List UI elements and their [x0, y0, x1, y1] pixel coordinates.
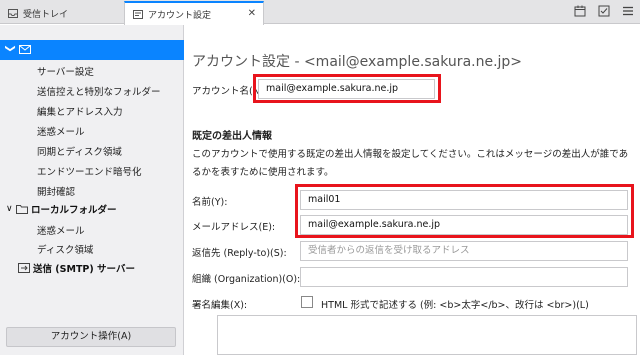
name-label: 名前(Y):: [192, 197, 228, 208]
reply-to-label: 返信先 (Reply-to)(S):: [192, 248, 287, 259]
html-signature-checkbox[interactable]: [301, 296, 313, 308]
tasks-icon[interactable]: [598, 5, 610, 17]
smtp-server-icon: [18, 263, 30, 273]
envelope-icon: [19, 45, 31, 54]
folder-icon: [16, 205, 28, 214]
sidebar-local-folders-label: ローカルフォルダー: [31, 205, 117, 216]
sidebar-item-e2e[interactable]: エンドツーエンド暗号化: [37, 164, 142, 178]
tab-bar: 受信トレイ アカウント設定 ✕: [0, 0, 640, 25]
sidebar-smtp[interactable]: 送信 (SMTP) サーバー: [18, 261, 135, 275]
organization-field[interactable]: [300, 267, 628, 287]
close-tab-icon[interactable]: ✕: [248, 8, 256, 19]
sidebar-item-sync-storage[interactable]: 同期とディスク領域: [37, 144, 122, 158]
sidebar-item-copies-folders[interactable]: 送信控えと特別なフォルダー: [37, 84, 161, 98]
signature-label: 署名編集(X):: [192, 300, 248, 311]
menu-icon[interactable]: [622, 5, 634, 17]
email-label: メールアドレス(E):: [192, 222, 276, 233]
tab-account-settings-label: アカウント設定: [148, 10, 212, 21]
sidebar-item-local-junk[interactable]: 迷惑メール: [37, 223, 85, 237]
sidebar-item-composition[interactable]: 編集とアドレス入力: [37, 104, 123, 118]
calendar-icon[interactable]: [574, 5, 586, 17]
sidebar-item-receipts[interactable]: 開封確認: [37, 184, 75, 198]
tab-account-settings[interactable]: アカウント設定 ✕: [124, 1, 264, 25]
toolbar-icons: [574, 5, 634, 17]
sidebar-smtp-label: 送信 (SMTP) サーバー: [33, 264, 135, 275]
sidebar-item-local-disk[interactable]: ディスク領域: [37, 242, 93, 256]
identity-section-title: 既定の差出人情報: [192, 131, 272, 142]
sidebar-account-selected[interactable]: ❯: [0, 40, 184, 60]
inbox-icon: [8, 8, 18, 18]
page-title: アカウント設定 - <mail@example.sakura.ne.jp>: [192, 54, 523, 70]
identity-description: このアカウントで使用する既定の差出人情報を設定してください。これはメッセージの差…: [192, 149, 629, 178]
highlight-box-account-name: [253, 74, 441, 103]
tab-inbox[interactable]: 受信トレイ: [0, 2, 124, 24]
sidebar-item-junk[interactable]: 迷惑メール: [37, 124, 85, 138]
account-settings-main: アカウント設定 - <mail@example.sakura.ne.jp> アカ…: [185, 25, 640, 355]
signature-textarea[interactable]: [217, 315, 637, 355]
tab-inbox-label: 受信トレイ: [23, 9, 69, 20]
sidebar-local-folders[interactable]: ∨ ローカルフォルダー: [6, 202, 117, 216]
settings-tab-icon: [133, 9, 143, 19]
account-actions-button[interactable]: アカウント操作(A): [6, 327, 176, 347]
reply-to-field[interactable]: 受信者からの返信を受け取るアドレス: [300, 241, 628, 261]
chevron-down-icon[interactable]: ❯: [5, 44, 16, 52]
organization-label: 組織 (Organization)(O):: [192, 274, 301, 285]
account-sidebar: ❯ サーバー設定 送信控えと特別なフォルダー 編集とアドレス入力 迷惑メール 同…: [0, 25, 184, 355]
highlight-box-identity: [295, 184, 634, 238]
html-signature-label: HTML 形式で記述する (例: <b>太字</b>、改行は <br>)(L): [321, 300, 589, 311]
sidebar-item-server-settings[interactable]: サーバー設定: [37, 64, 94, 78]
chevron-down-icon[interactable]: ∨: [6, 204, 16, 214]
